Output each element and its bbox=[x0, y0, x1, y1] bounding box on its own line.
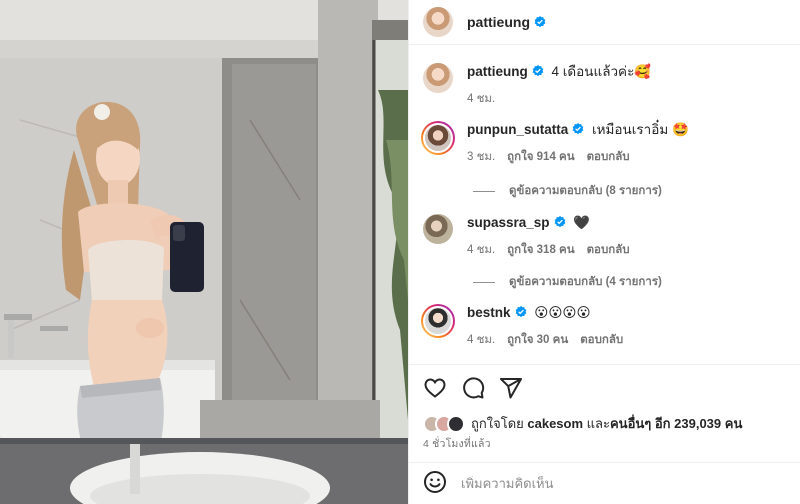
verified-badge-icon bbox=[515, 306, 526, 318]
mirror-selfie-image bbox=[0, 0, 408, 504]
comment-item: supassra_sp 🖤 4 ชม. ถูกใจ 318 คน ตอบกลับ bbox=[423, 214, 787, 259]
add-comment-bar bbox=[409, 462, 800, 504]
likes-user[interactable]: cakesom bbox=[527, 416, 583, 431]
share-icon[interactable] bbox=[499, 376, 523, 400]
verified-badge-icon bbox=[554, 216, 565, 228]
comment-text: 😮😮😮😮 bbox=[534, 305, 591, 320]
caption-author-avatar[interactable] bbox=[423, 63, 453, 93]
likes-others[interactable]: คนอื่นๆ อีก 239,039 คน bbox=[610, 413, 742, 434]
replies-divider bbox=[473, 190, 495, 192]
commenter-avatar[interactable] bbox=[421, 304, 455, 338]
liker-avatar bbox=[447, 414, 465, 433]
post-photo[interactable] bbox=[0, 0, 408, 504]
verified-badge-icon bbox=[572, 123, 584, 135]
comment-username[interactable]: punpun_sutatta bbox=[467, 122, 568, 137]
comment-likes[interactable]: ถูกใจ 914 คน bbox=[507, 148, 574, 166]
liker-avatars bbox=[423, 414, 465, 433]
likes-summary[interactable]: ถูกใจโดย cakesom และ คนอื่นๆ อีก 239,039 … bbox=[423, 413, 742, 434]
comment-text: 🖤 bbox=[573, 215, 591, 230]
author-avatar[interactable] bbox=[423, 7, 453, 37]
likes-middle: และ bbox=[586, 416, 610, 431]
caption-time: 4 ชม. bbox=[467, 93, 496, 105]
comment-time: 4 ชม. bbox=[467, 244, 496, 256]
caption-item: pattieung 4 เดือนแล้วค่ะ🥰 4 ชม. bbox=[423, 63, 787, 108]
comment-item: bestnk 😮😮😮😮 4 ชม. ถูกใจ 30 คน ตอบกลับ bbox=[421, 304, 787, 349]
author-username[interactable]: pattieung bbox=[467, 14, 530, 30]
comment-icon[interactable] bbox=[461, 376, 485, 400]
verified-badge-icon bbox=[534, 16, 546, 28]
instagram-post-view: pattieung pattieung 4 เดือนแล้วค่ะ🥰 4 ชม… bbox=[0, 0, 800, 504]
comment-username[interactable]: bestnk bbox=[467, 305, 511, 320]
reply-button[interactable]: ตอบกลับ bbox=[587, 148, 630, 166]
comments-list[interactable]: pattieung 4 เดือนแล้วค่ะ🥰 4 ชม. punpun_s… bbox=[409, 46, 800, 363]
caption-username[interactable]: pattieung bbox=[467, 64, 528, 79]
view-replies-label: ดูข้อความตอบกลับ (8 รายการ) bbox=[509, 185, 662, 197]
post-actions-section: ถูกใจโดย cakesom และ คนอื่นๆ อีก 239,039 … bbox=[409, 364, 800, 454]
comment-item: punpun_sutatta เหมือนเราอิ๋ม 🤩 3 ชม. ถูก… bbox=[421, 121, 787, 166]
likes-prefix: ถูกใจโดย bbox=[471, 416, 524, 431]
replies-divider bbox=[473, 281, 495, 283]
reply-button[interactable]: ตอบกลับ bbox=[587, 241, 630, 259]
reply-button[interactable]: ตอบกลับ bbox=[580, 331, 623, 349]
post-details-panel: pattieung pattieung 4 เดือนแล้วค่ะ🥰 4 ชม… bbox=[408, 0, 800, 504]
comment-time: 3 ชม. bbox=[467, 151, 496, 163]
post-timestamp: 4 ชั่วโมงที่แล้ว bbox=[423, 438, 491, 450]
view-replies-button[interactable]: ดูข้อความตอบกลับ (4 รายการ) bbox=[473, 273, 662, 291]
commenter-avatar[interactable] bbox=[423, 214, 453, 244]
comment-text: เหมือนเราอิ๋ม 🤩 bbox=[592, 122, 689, 137]
verified-badge-icon bbox=[532, 65, 544, 77]
comment-time: 4 ชม. bbox=[467, 334, 496, 346]
comment-likes[interactable]: ถูกใจ 30 คน bbox=[507, 331, 568, 349]
caption-text: 4 เดือนแล้วค่ะ🥰 bbox=[551, 64, 652, 79]
comment-likes[interactable]: ถูกใจ 318 คน bbox=[507, 241, 574, 259]
heart-icon[interactable] bbox=[423, 376, 447, 400]
view-replies-label: ดูข้อความตอบกลับ (4 รายการ) bbox=[509, 276, 662, 288]
comment-username[interactable]: supassra_sp bbox=[467, 215, 550, 230]
post-header: pattieung bbox=[409, 0, 800, 45]
smiley-icon[interactable] bbox=[423, 470, 447, 497]
view-replies-button[interactable]: ดูข้อความตอบกลับ (8 รายการ) bbox=[473, 182, 662, 200]
comment-input[interactable] bbox=[461, 476, 761, 491]
commenter-avatar[interactable] bbox=[421, 121, 455, 155]
